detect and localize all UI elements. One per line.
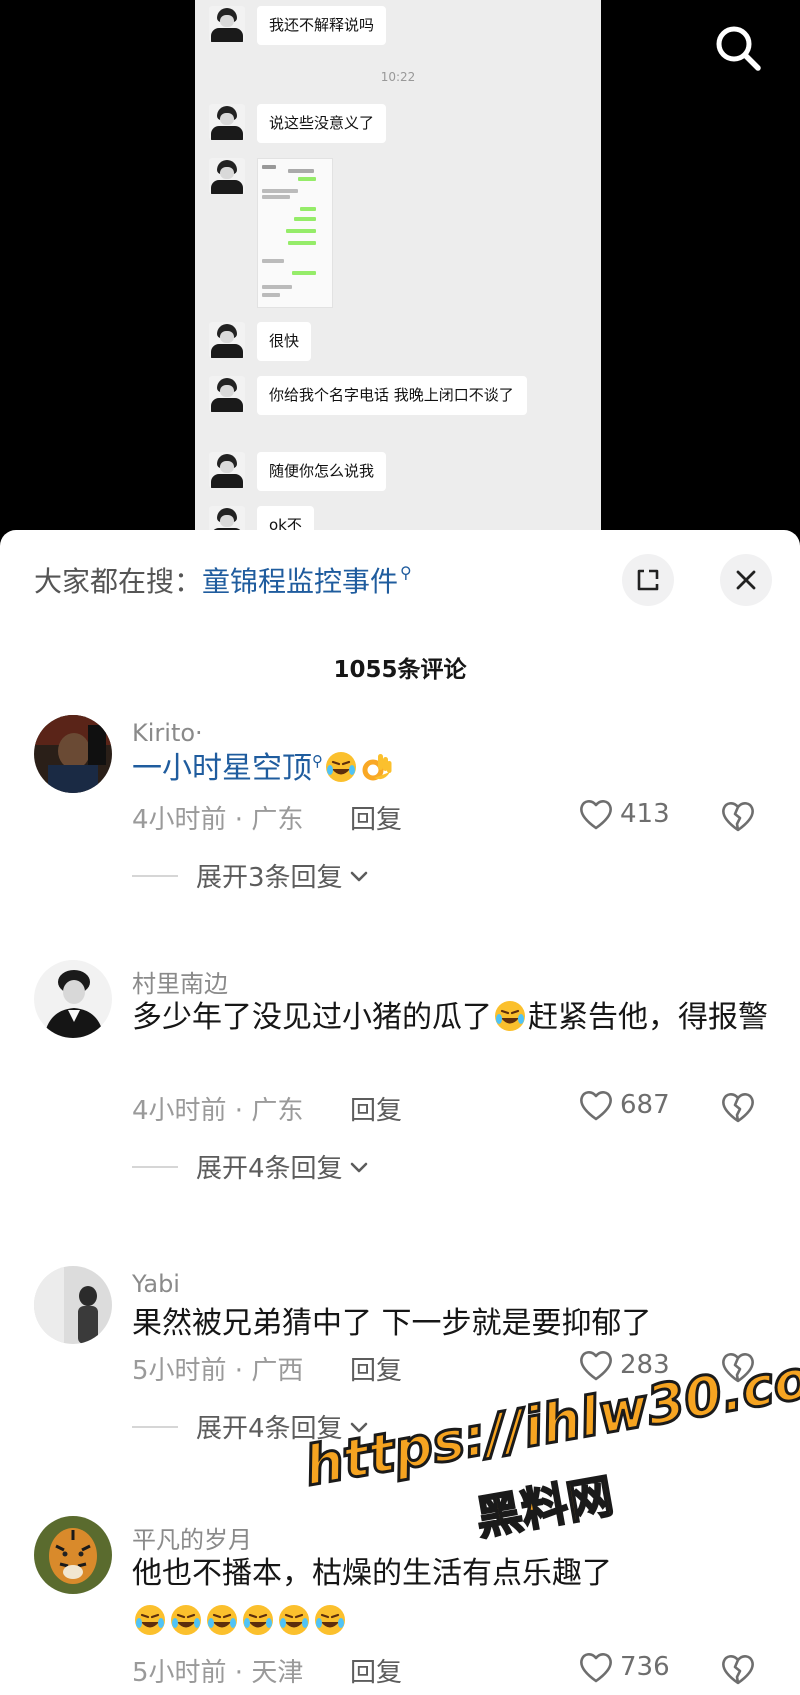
broken-heart-icon: [722, 802, 754, 832]
close-button[interactable]: [720, 554, 772, 606]
hot-search-label: 大家都在搜：: [34, 565, 203, 598]
comment-username[interactable]: Kirito·: [132, 719, 203, 747]
like-count: 736: [620, 1652, 670, 1682]
expand-replies-label: 展开3条回复: [196, 863, 343, 893]
comment-text-part: 赶紧告他，得报警: [528, 1000, 768, 1035]
comment-text: 一小时星空顶⚲: [132, 745, 772, 797]
rofl-emoji-icon: [495, 1001, 525, 1031]
rofl-emoji-icon: [279, 1605, 309, 1635]
avatar[interactable]: [34, 1516, 112, 1594]
chat-bubble: 我还不解释说吗: [257, 6, 387, 45]
comment-sheet: 大家都在搜： 童锦程监控事件 ⚲ 1055条评论 Kirito· 一小时星空顶⚲…: [0, 530, 800, 1695]
chat-message: [209, 158, 333, 308]
chat-bubble: 很快: [257, 322, 312, 361]
chat-bubble: 随便你怎么说我: [257, 452, 387, 491]
avatar[interactable]: [34, 960, 112, 1038]
rofl-emoji-icon: [207, 1605, 237, 1635]
rofl-emoji-icon: [326, 752, 356, 782]
chat-avatar: [209, 452, 245, 488]
ok-hand-emoji-icon: [362, 754, 392, 781]
video-player[interactable]: 我还不解释说吗 10:22 说这些没意义了 很快 你给我个名字电话 我晚上闭口不…: [0, 0, 800, 545]
avatar[interactable]: [34, 1266, 112, 1344]
expand-replies-button[interactable]: 展开4条回复: [132, 1148, 371, 1185]
comment-text: 他也不播本，枯燥的生活有点乐趣了: [132, 1550, 772, 1646]
heart-icon: [580, 1091, 612, 1121]
expand-replies-button[interactable]: 展开3条回复: [132, 857, 371, 894]
chat-image-thumbnail: [257, 158, 333, 308]
app-screen: 我还不解释说吗 10:22 说这些没意义了 很快 你给我个名字电话 我晚上闭口不…: [0, 0, 800, 1695]
chat-message: 你给我个名字电话 我晚上闭口不谈了: [209, 376, 527, 415]
like-count: 687: [620, 1090, 670, 1120]
expand-sheet-button[interactable]: [622, 554, 674, 606]
broken-heart-icon: [722, 1353, 754, 1383]
chat-avatar: [209, 376, 245, 412]
expand-replies-label: 展开4条回复: [196, 1414, 343, 1444]
dislike-button[interactable]: [720, 1350, 756, 1384]
chat-screenshot: 我还不解释说吗 10:22 说这些没意义了 很快 你给我个名字电话 我晚上闭口不…: [195, 0, 601, 545]
chat-message: 很快: [209, 322, 312, 361]
rofl-emoji-icon: [135, 1605, 165, 1635]
avatar[interactable]: [34, 715, 112, 793]
hot-search-bar[interactable]: 大家都在搜： 童锦程监控事件 ⚲: [34, 560, 412, 600]
comment-text: 果然被兄弟猜中了 下一步就是要抑郁了: [132, 1306, 652, 1341]
comment-text-part: 他也不播本，枯燥的生活有点乐趣了: [132, 1556, 612, 1591]
chat-timestamp: 10:22: [380, 70, 416, 84]
reply-button[interactable]: 回复: [350, 799, 402, 836]
broken-heart-icon: [722, 1655, 754, 1685]
like-count: 283: [620, 1350, 670, 1380]
chevron-down-icon: [350, 1162, 367, 1172]
close-icon: [736, 570, 756, 590]
chat-avatar: [209, 158, 245, 194]
reply-button[interactable]: 回复: [350, 1090, 402, 1127]
rofl-emoji-icon: [171, 1605, 201, 1635]
like-button[interactable]: 687: [578, 1088, 670, 1122]
emoji-row: [132, 1604, 348, 1639]
comment-text: 多少年了没见过小猪的瓜了 赶紧告他，得报警: [132, 994, 772, 1042]
hot-search-query[interactable]: 童锦程监控事件: [202, 560, 398, 600]
heart-icon: [580, 1351, 612, 1381]
like-button[interactable]: 283: [578, 1348, 670, 1382]
chat-avatar: [209, 6, 245, 42]
chat-message: 随便你怎么说我: [209, 452, 387, 491]
comment-username[interactable]: Yabi: [132, 1270, 180, 1298]
chat-bubble: 说这些没意义了: [257, 104, 387, 143]
expand-icon: [637, 569, 659, 591]
like-count: 413: [620, 799, 670, 829]
reply-button[interactable]: 回复: [350, 1652, 402, 1689]
chat-avatar: [209, 104, 245, 140]
comment-text-part: 多少年了没见过小猪的瓜了: [132, 1000, 492, 1035]
comment-time-location: 4小时前 · 广东: [132, 1096, 304, 1126]
like-button[interactable]: 413: [578, 797, 670, 831]
comment-time-location: 4小时前 · 广东: [132, 805, 304, 835]
comment-time-location: 5小时前 · 广西: [132, 1356, 304, 1386]
rofl-emoji-icon: [315, 1605, 345, 1635]
dislike-button[interactable]: [720, 1090, 756, 1124]
chat-message: 我还不解释说吗: [209, 6, 387, 45]
search-small-icon: ⚲: [312, 752, 323, 770]
chevron-down-icon: [350, 1422, 367, 1432]
chat-message: 说这些没意义了: [209, 104, 387, 143]
expand-replies-label: 展开4条回复: [196, 1154, 343, 1184]
chat-avatar: [209, 322, 245, 358]
chevron-down-icon: [350, 871, 367, 881]
heart-icon: [580, 1653, 612, 1683]
rofl-emoji-icon: [243, 1605, 273, 1635]
heart-icon: [580, 800, 612, 830]
search-icon[interactable]: [710, 20, 766, 76]
reply-button[interactable]: 回复: [350, 1350, 402, 1387]
dislike-button[interactable]: [720, 799, 756, 833]
search-small-icon: ⚲: [400, 562, 412, 582]
chat-bubble: 你给我个名字电话 我晚上闭口不谈了: [257, 376, 527, 415]
expand-replies-button[interactable]: 展开4条回复: [132, 1408, 371, 1445]
dislike-button[interactable]: [720, 1652, 756, 1686]
comment-time-location: 5小时前 · 天津: [132, 1658, 304, 1688]
comment-search-link[interactable]: 一小时星空顶: [132, 751, 312, 786]
broken-heart-icon: [722, 1093, 754, 1123]
comment-count-title: 1055条评论: [333, 657, 467, 683]
like-button[interactable]: 736: [578, 1650, 670, 1684]
